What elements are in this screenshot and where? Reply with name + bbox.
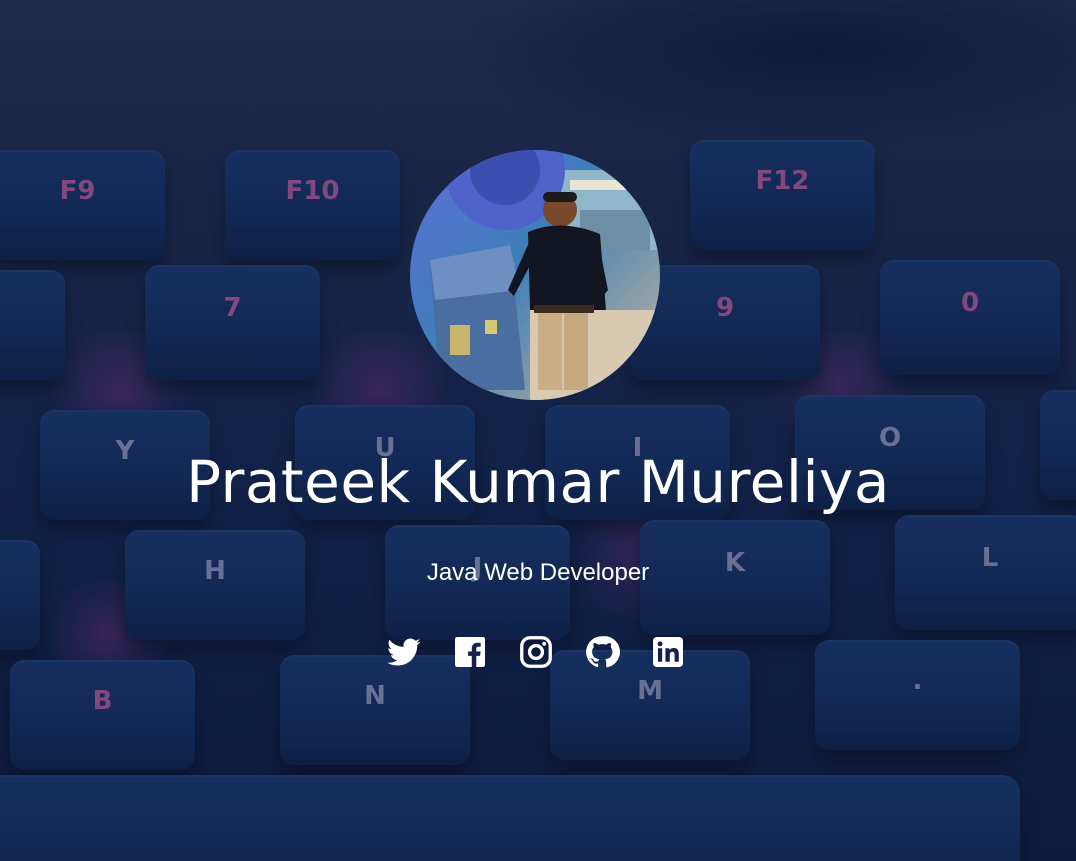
profile-name: Prateek Kumar Mureliya [186,448,890,516]
linkedin-icon [653,637,683,667]
profile-role: Java Web Developer [426,559,650,586]
facebook-icon [455,637,485,667]
facebook-link[interactable] [452,634,488,670]
twitter-link[interactable] [386,634,422,670]
github-link[interactable] [584,634,620,670]
profile-photo [410,150,660,400]
instagram-link[interactable] [518,634,554,670]
linkedin-link[interactable] [650,634,686,670]
social-links [386,634,686,670]
profile-content: Prateek Kumar Mureliya Java Web Develope… [0,0,1076,861]
github-icon [586,636,620,668]
twitter-icon [387,638,421,666]
avatar [410,150,660,400]
instagram-icon [520,636,552,668]
